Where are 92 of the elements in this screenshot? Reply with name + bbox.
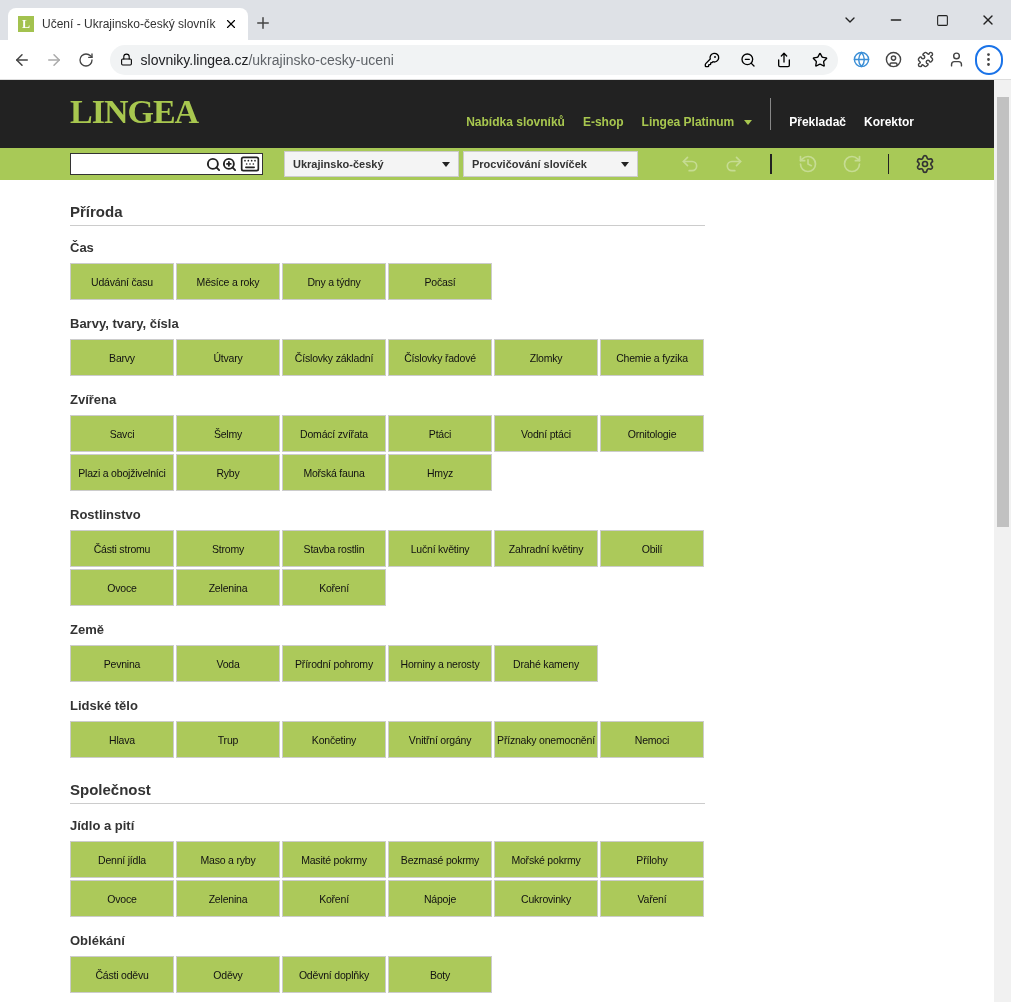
topic-button[interactable]: Nemoci bbox=[600, 721, 704, 758]
zoom-out-icon[interactable] bbox=[739, 51, 756, 68]
scrollbar[interactable] bbox=[994, 80, 1011, 1002]
topic-button[interactable]: Zlomky bbox=[494, 339, 598, 376]
lingea-logo[interactable]: LINGEA bbox=[70, 93, 199, 131]
topic-button[interactable]: Udávání času bbox=[70, 263, 174, 300]
topic-button[interactable]: Mořská fauna bbox=[282, 454, 386, 491]
topic-button[interactable]: Přírodní pohromy bbox=[282, 645, 386, 682]
group-title: Oblékání bbox=[70, 933, 126, 949]
topic-button[interactable]: Domácí zvířata bbox=[282, 415, 386, 452]
topic-button[interactable]: Plazi a obojživelníci bbox=[70, 454, 174, 491]
topic-button[interactable]: Ryby bbox=[176, 454, 280, 491]
topic-button[interactable]: Hlava bbox=[70, 721, 174, 758]
topic-button[interactable]: Části stromu bbox=[70, 530, 174, 567]
topic-button[interactable]: Číslovky základní bbox=[282, 339, 386, 376]
nav-link[interactable]: Nabídka slovníků bbox=[466, 115, 565, 129]
section-title: Společnost bbox=[70, 780, 705, 804]
topic-button[interactable]: Zahradní květiny bbox=[494, 530, 598, 567]
topic-button[interactable]: Vnitřní orgány bbox=[388, 721, 492, 758]
topic-button[interactable]: Barvy bbox=[70, 339, 174, 376]
topic-button[interactable]: Části oděvu bbox=[70, 956, 174, 993]
topic-button[interactable]: Ovoce bbox=[70, 880, 174, 917]
topic-button[interactable]: Obilí bbox=[600, 530, 704, 567]
topic-button[interactable]: Zelenina bbox=[176, 569, 280, 606]
group-title: Rostlinstvo bbox=[70, 507, 142, 523]
settings-icon[interactable] bbox=[915, 154, 935, 174]
topic-button[interactable]: Mořské pokrmy bbox=[494, 841, 598, 878]
zoom-in-icon[interactable] bbox=[222, 156, 237, 172]
bookmark-star-icon[interactable] bbox=[811, 51, 828, 68]
site-favicon-icon: L bbox=[18, 16, 34, 32]
nav-link[interactable]: Lingea Platinum bbox=[641, 115, 753, 129]
topic-button[interactable]: Stromy bbox=[176, 530, 280, 567]
topic-button[interactable]: Měsíce a roky bbox=[176, 263, 280, 300]
search-field[interactable] bbox=[70, 153, 263, 175]
topic-button[interactable]: Přílohy bbox=[600, 841, 704, 878]
topic-button[interactable]: Příznaky onemocnění bbox=[494, 721, 598, 758]
url-text: slovniky.lingea.cz/ukrajinsko-cesky-uceni bbox=[140, 50, 394, 69]
menu-icon[interactable] bbox=[974, 44, 1004, 75]
topic-button[interactable]: Zelenina bbox=[176, 880, 280, 917]
topic-button[interactable]: Dny a týdny bbox=[282, 263, 386, 300]
keyboard-icon[interactable] bbox=[240, 154, 260, 174]
nav-link[interactable]: Korektor bbox=[864, 115, 914, 129]
topic-button[interactable]: Ornitologie bbox=[600, 415, 704, 452]
topic-button[interactable]: Počasí bbox=[388, 263, 492, 300]
group-title: Čas bbox=[70, 240, 95, 256]
key-icon[interactable] bbox=[703, 51, 720, 68]
topic-button[interactable]: Nápoje bbox=[388, 880, 492, 917]
lock-icon bbox=[119, 53, 133, 66]
topic-button[interactable]: Chemie a fyzika bbox=[600, 339, 704, 376]
topic-button[interactable]: Masité pokrmy bbox=[282, 841, 386, 878]
topic-button[interactable]: Luční květiny bbox=[388, 530, 492, 567]
nav-link[interactable]: Překladač bbox=[789, 115, 846, 129]
topic-button[interactable]: Končetiny bbox=[282, 721, 386, 758]
topic-button[interactable]: Koření bbox=[282, 880, 386, 917]
topic-button[interactable]: Číslovky řadové bbox=[388, 339, 492, 376]
topic-button[interactable]: Trup bbox=[176, 721, 280, 758]
topic-button[interactable]: Oděvy bbox=[176, 956, 280, 993]
topic-button[interactable]: Savci bbox=[70, 415, 174, 452]
topic-button[interactable]: Stavba rostlin bbox=[282, 530, 386, 567]
section-title: Příroda bbox=[70, 202, 705, 226]
topic-button[interactable]: Ovoce bbox=[70, 569, 174, 606]
topic-button[interactable]: Pevnina bbox=[70, 645, 174, 682]
topic-button[interactable]: Maso a ryby bbox=[176, 841, 280, 878]
search-icon[interactable] bbox=[206, 156, 221, 172]
tab-title: Učení - Ukrajinsko-český slovník bbox=[42, 17, 216, 31]
topic-button[interactable]: Šelmy bbox=[176, 415, 280, 452]
topic-button[interactable]: Oděvní doplňky bbox=[282, 956, 386, 993]
address-field[interactable]: slovniky.lingea.cz/ukrajinsko-cesky-uceni bbox=[109, 44, 838, 75]
topic-button[interactable]: Vaření bbox=[600, 880, 704, 917]
close-tab-icon[interactable] bbox=[224, 17, 238, 31]
topic-button[interactable]: Ptáci bbox=[388, 415, 492, 452]
group-title: Barvy, tvary, čísla bbox=[70, 316, 180, 332]
topic-button[interactable]: Hmyz bbox=[388, 454, 492, 491]
share-icon[interactable] bbox=[775, 51, 792, 68]
topic-button[interactable]: Koření bbox=[282, 569, 386, 606]
group-title: Zvířena bbox=[70, 392, 118, 408]
dictionary-select[interactable]: Ukrajinsko-český bbox=[284, 151, 459, 177]
mode-select[interactable]: Procvičování slovíček bbox=[463, 151, 638, 177]
topic-button[interactable]: Vodní ptáci bbox=[494, 415, 598, 452]
group-title: Země bbox=[70, 622, 105, 638]
group-title: Jídlo a pití bbox=[70, 818, 136, 834]
group-title: Lidské tělo bbox=[70, 698, 139, 714]
topic-button[interactable]: Drahé kameny bbox=[494, 645, 598, 682]
topic-button[interactable]: Útvary bbox=[176, 339, 280, 376]
topic-button[interactable]: Voda bbox=[176, 645, 280, 682]
nav-link[interactable]: E-shop bbox=[582, 115, 624, 129]
topic-button[interactable]: Denní jídla bbox=[70, 841, 174, 878]
topic-button[interactable]: Cukrovinky bbox=[494, 880, 598, 917]
topic-button[interactable]: Horniny a nerosty bbox=[388, 645, 492, 682]
browser-tab[interactable]: L Učení - Ukrajinsko-český slovník bbox=[8, 8, 248, 40]
topic-button[interactable]: Bezmasé pokrmy bbox=[388, 841, 492, 878]
topic-button[interactable]: Boty bbox=[388, 956, 492, 993]
